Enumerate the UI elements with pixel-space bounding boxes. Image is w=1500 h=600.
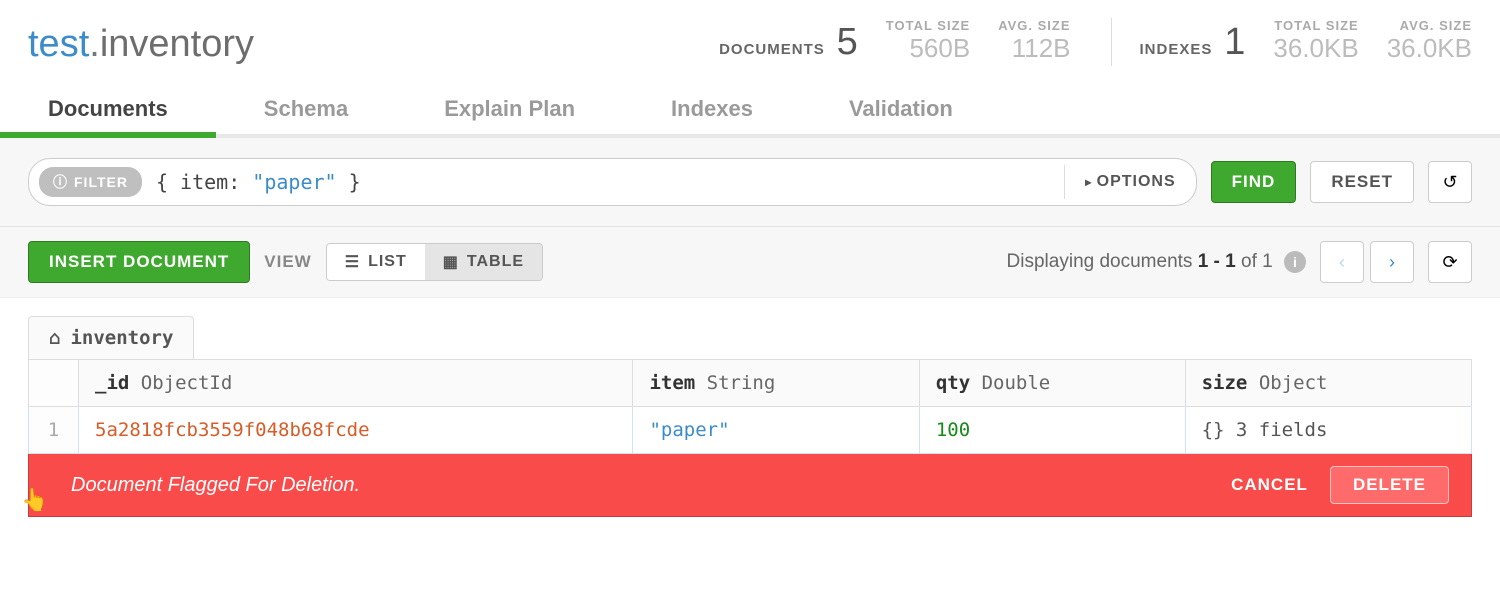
view-list-button[interactable]: ☰ LIST — [327, 244, 425, 280]
home-icon: ⌂ — [49, 327, 60, 349]
documents-table: _id ObjectId item String qty Double size… — [28, 359, 1472, 454]
documents-count: 5 — [829, 21, 858, 63]
cancel-delete-button[interactable]: CANCEL — [1231, 475, 1308, 495]
list-icon: ☰ — [345, 252, 360, 272]
view-table-button[interactable]: ▦ TABLE — [425, 244, 542, 280]
doc-avg-size: AVG. SIZE 112B — [998, 18, 1070, 64]
confirm-delete-button[interactable]: DELETE — [1330, 466, 1449, 504]
documents-count-block: DOCUMENTS 5 — [719, 21, 858, 64]
namespace-separator: . — [89, 23, 100, 65]
displaying-status: Displaying documents 1 - 1 of 1 i — [1007, 251, 1306, 273]
col-rownum — [29, 360, 79, 407]
col-item[interactable]: item String — [633, 360, 919, 407]
indexes-count-block: INDEXES 1 — [1140, 21, 1246, 64]
documents-label: DOCUMENTS — [719, 41, 825, 62]
prev-page-button[interactable]: ‹ — [1320, 241, 1364, 283]
history-button[interactable]: ↺ — [1428, 161, 1472, 203]
documents-table-wrap: ⌂ inventory _id ObjectId item String qty… — [0, 298, 1500, 555]
tab-validation[interactable]: Validation — [801, 82, 1001, 134]
next-page-button[interactable]: › — [1370, 241, 1414, 283]
tab-indexes[interactable]: Indexes — [623, 82, 801, 134]
cell-item[interactable]: "paper" — [633, 407, 919, 454]
collection-tabs: Documents Schema Explain Plan Indexes Va… — [0, 82, 1500, 138]
chevron-left-icon: ‹ — [1339, 252, 1345, 273]
table-row[interactable]: 1 5a2818fcb3559f048b68fcde "paper" 100 {… — [29, 407, 1472, 454]
options-button[interactable]: OPTIONS — [1064, 165, 1195, 199]
tab-schema[interactable]: Schema — [216, 82, 396, 134]
pager: ‹ › — [1320, 241, 1414, 283]
find-button[interactable]: FIND — [1211, 161, 1297, 203]
cell-id[interactable]: 5a2818fcb3559f048b68fcde — [79, 407, 633, 454]
col-size[interactable]: size Object — [1185, 360, 1471, 407]
cell-size[interactable]: {} 3 fields — [1185, 407, 1471, 454]
delete-banner: Document Flagged For Deletion. CANCEL DE… — [28, 454, 1472, 517]
cell-qty[interactable]: 100 — [919, 407, 1185, 454]
indexes-label: INDEXES — [1140, 41, 1213, 62]
idx-total-size: TOTAL SIZE 36.0KB — [1273, 18, 1358, 64]
indexes-count: 1 — [1216, 21, 1245, 63]
view-toggle: ☰ LIST ▦ TABLE — [326, 243, 543, 281]
col-id[interactable]: _id ObjectId — [79, 360, 633, 407]
reset-button[interactable]: RESET — [1310, 161, 1414, 203]
tab-explain-plan[interactable]: Explain Plan — [396, 82, 623, 134]
delete-message: Document Flagged For Deletion. — [51, 474, 1231, 497]
documents-stats: DOCUMENTS 5 TOTAL SIZE 560B AVG. SIZE 11… — [719, 18, 1070, 66]
history-icon: ↺ — [1442, 172, 1457, 193]
filter-bar: FILTER { item: "paper" } OPTIONS FIND RE… — [0, 138, 1500, 227]
table-icon: ▦ — [443, 252, 459, 272]
col-qty[interactable]: qty Double — [919, 360, 1185, 407]
refresh-icon: ⟳ — [1442, 252, 1457, 273]
view-label: VIEW — [264, 252, 311, 272]
collection-name: inventory — [100, 23, 254, 65]
filter-input[interactable]: FILTER { item: "paper" } OPTIONS — [28, 158, 1197, 206]
cursor-icon: 👆 — [21, 487, 48, 513]
tab-documents[interactable]: Documents — [0, 82, 216, 134]
info-icon[interactable]: i — [1284, 251, 1306, 273]
collection-header: test.inventory DOCUMENTS 5 TOTAL SIZE 56… — [0, 0, 1500, 72]
filter-pill: FILTER — [39, 167, 142, 197]
chevron-right-icon: › — [1389, 252, 1395, 273]
idx-avg-size: AVG. SIZE 36.0KB — [1387, 18, 1472, 64]
doc-total-size: TOTAL SIZE 560B — [886, 18, 970, 64]
table-header-row: _id ObjectId item String qty Double size… — [29, 360, 1472, 407]
row-number: 1 — [29, 407, 79, 454]
filter-query[interactable]: { item: "paper" } — [142, 170, 1064, 194]
database-name: test — [28, 23, 89, 65]
namespace: test.inventory — [28, 23, 679, 66]
indexes-stats: INDEXES 1 TOTAL SIZE 36.0KB AVG. SIZE 36… — [1111, 18, 1472, 66]
breadcrumb-tab[interactable]: ⌂ inventory — [28, 316, 194, 359]
refresh-button[interactable]: ⟳ — [1428, 241, 1472, 283]
insert-document-button[interactable]: INSERT DOCUMENT — [28, 241, 250, 283]
documents-toolbar: INSERT DOCUMENT VIEW ☰ LIST ▦ TABLE Disp… — [0, 227, 1500, 298]
